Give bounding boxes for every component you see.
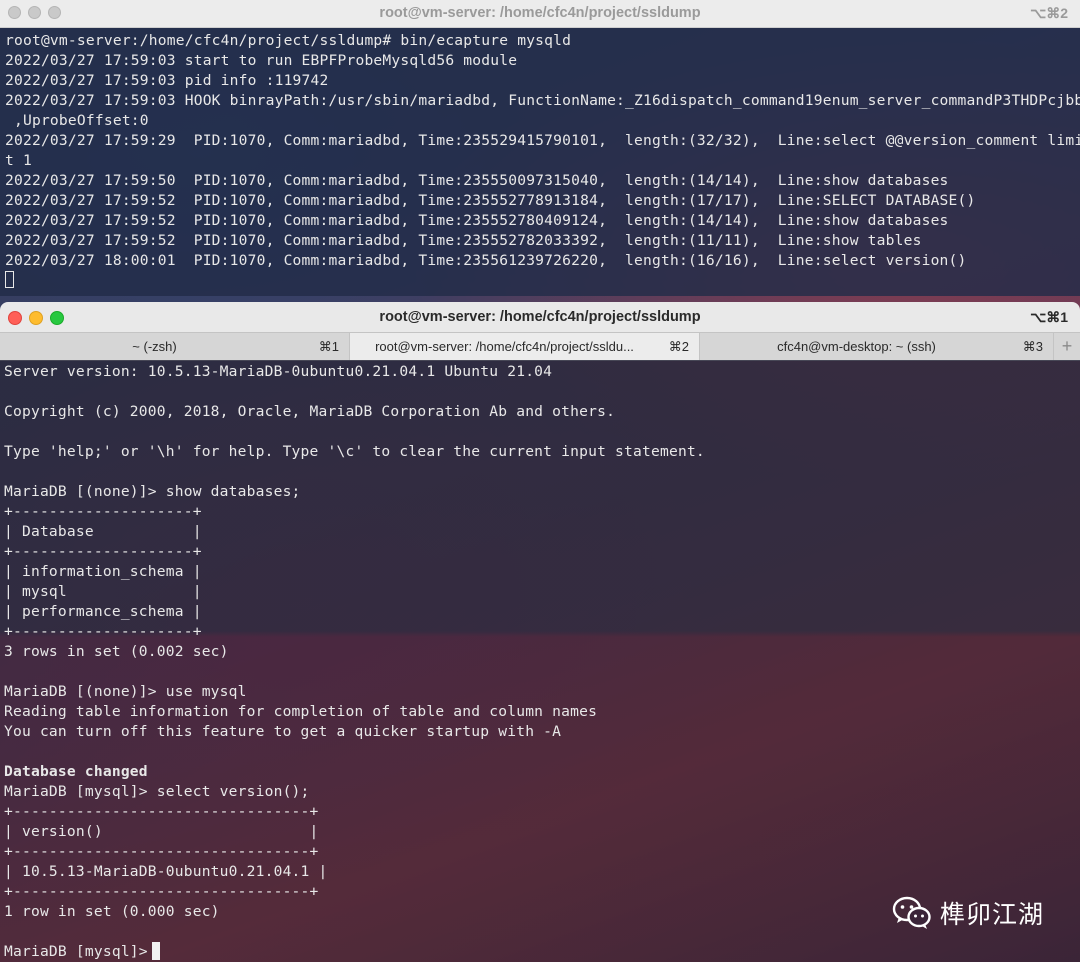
- terminal-line: | mysql |: [4, 583, 202, 600]
- terminal-line: 2022/03/27 17:59:29 PID:1070, Comm:maria…: [5, 132, 1080, 149]
- terminal-line: | performance_schema |: [4, 603, 202, 620]
- terminal-line: | information_schema |: [4, 563, 202, 580]
- terminal-line: 2022/03/27 17:59:52 PID:1070, Comm:maria…: [5, 232, 922, 249]
- terminal-line: 2022/03/27 17:59:03 HOOK binrayPath:/usr…: [5, 92, 1080, 109]
- window-titlebar[interactable]: root@vm-server: /home/cfc4n/project/ssld…: [0, 302, 1080, 332]
- terminal-cursor-line: [5, 271, 1080, 291]
- terminal-line: 2022/03/27 17:59:52 PID:1070, Comm:maria…: [5, 212, 949, 229]
- tab-zsh[interactable]: ~ (-zsh) ⌘1: [0, 333, 350, 360]
- terminal-line: Database changed: [4, 763, 148, 780]
- terminal-line: Server version: 10.5.13-MariaDB-0ubuntu0…: [4, 363, 553, 380]
- prompt-line[interactable]: MariaDB [mysql]>: [4, 942, 705, 962]
- terminal-lines: root@vm-server:/home/cfc4n/project/ssldu…: [5, 31, 1080, 291]
- tab-shortcut: ⌘1: [318, 339, 339, 354]
- terminal-line: +--------------------+: [4, 623, 202, 640]
- watermark: 榫卯江湖: [892, 893, 1044, 933]
- terminal-line: Reading table information for completion…: [4, 703, 598, 720]
- terminal-line: +--------------------+: [4, 503, 202, 520]
- terminal-cursor: [151, 942, 160, 960]
- terminal-line: ,UprobeOffset:0: [5, 112, 149, 129]
- window-title: root@vm-server: /home/cfc4n/project/ssld…: [379, 309, 701, 325]
- terminal-output[interactable]: root@vm-server:/home/cfc4n/project/ssldu…: [0, 28, 1080, 296]
- terminal-line: 2022/03/27 18:00:01 PID:1070, Comm:maria…: [5, 252, 967, 269]
- window-title: root@vm-server: /home/cfc4n/project/ssld…: [379, 5, 701, 21]
- terminal-line: 3 rows in set (0.002 sec): [4, 643, 229, 660]
- terminal-line: +---------------------------------+: [4, 883, 319, 900]
- terminal-line: t 1: [5, 152, 32, 169]
- terminal-line: Copyright (c) 2000, 2018, Oracle, MariaD…: [4, 403, 616, 420]
- terminal-line: | version() |: [4, 823, 319, 840]
- terminal-line: | Database |: [4, 523, 202, 540]
- terminal-line: MariaDB [(none)]> show databases;: [4, 483, 301, 500]
- tab-vm-desktop[interactable]: cfc4n@vm-desktop: ~ (ssh) ⌘3: [700, 333, 1054, 360]
- terminal-line: | 10.5.13-MariaDB-0ubuntu0.21.04.1 |: [4, 863, 328, 880]
- terminal-line: 1 row in set (0.000 sec): [4, 903, 220, 920]
- tab-label: ~ (-zsh): [132, 339, 177, 354]
- terminal-window-background[interactable]: root@vm-server: /home/cfc4n/project/ssld…: [0, 0, 1080, 296]
- terminal-cursor: [5, 271, 14, 288]
- new-tab-button[interactable]: +: [1054, 333, 1080, 360]
- mariadb-prompt: MariaDB [mysql]>: [4, 943, 148, 960]
- terminal-line: 2022/03/27 17:59:03 start to run EBPFPro…: [5, 52, 518, 69]
- terminal-lines: Server version: 10.5.13-MariaDB-0ubuntu0…: [4, 362, 705, 962]
- window-shortcut: ⌥⌘1: [1030, 309, 1068, 325]
- tab-bar: ~ (-zsh) ⌘1 root@vm-server: /home/cfc4n/…: [0, 332, 1080, 361]
- terminal-line: 2022/03/27 17:59:50 PID:1070, Comm:maria…: [5, 172, 949, 189]
- terminal-output[interactable]: Server version: 10.5.13-MariaDB-0ubuntu0…: [0, 360, 1080, 962]
- tab-shortcut: ⌘3: [1022, 339, 1043, 354]
- terminal-line: Type 'help;' or '\h' for help. Type '\c'…: [4, 443, 705, 460]
- terminal-line: +---------------------------------+: [4, 843, 319, 860]
- terminal-line: You can turn off this feature to get a q…: [4, 723, 562, 740]
- terminal-line: +---------------------------------+: [4, 803, 319, 820]
- tab-label: cfc4n@vm-desktop: ~ (ssh): [777, 339, 936, 354]
- terminal-line: MariaDB [(none)]> use mysql: [4, 683, 247, 700]
- watermark-text: 榫卯江湖: [939, 900, 1044, 929]
- tab-shortcut: ⌘2: [668, 339, 689, 354]
- window-shortcut: ⌥⌘2: [1030, 5, 1068, 21]
- wechat-icon: [892, 896, 931, 929]
- terminal-line: root@vm-server:/home/cfc4n/project/ssldu…: [5, 32, 572, 49]
- tab-label: root@vm-server: /home/cfc4n/project/ssld…: [375, 339, 634, 354]
- terminal-line: 2022/03/27 17:59:52 PID:1070, Comm:maria…: [5, 192, 976, 209]
- terminal-line: +--------------------+: [4, 543, 202, 560]
- terminal-line: 2022/03/27 17:59:03 pid info :119742: [5, 72, 329, 89]
- terminal-window-foreground[interactable]: root@vm-server: /home/cfc4n/project/ssld…: [0, 302, 1080, 962]
- window-titlebar[interactable]: root@vm-server: /home/cfc4n/project/ssld…: [0, 0, 1080, 28]
- terminal-line: MariaDB [mysql]> select version();: [4, 783, 310, 800]
- tab-vm-server[interactable]: root@vm-server: /home/cfc4n/project/ssld…: [350, 333, 700, 360]
